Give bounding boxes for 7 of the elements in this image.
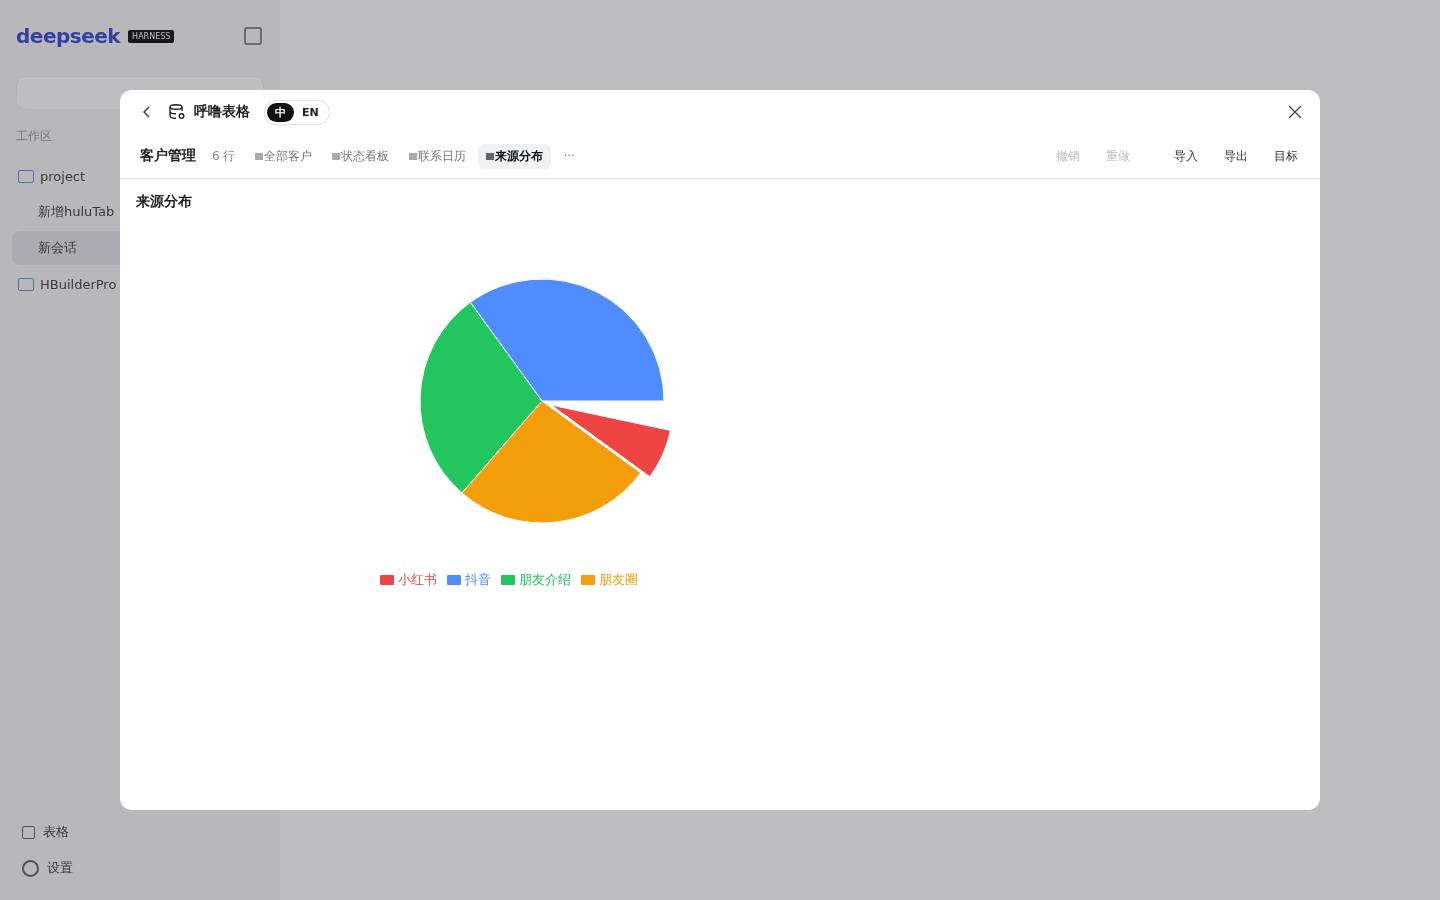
version-badge: HARNESS	[128, 29, 175, 43]
dialog-title: 呼噜表格	[194, 103, 250, 121]
section-label: 工作区	[16, 128, 52, 145]
row-count: 6 行	[212, 147, 236, 165]
view-title: 来源分布	[136, 193, 193, 211]
table-name: 客户管理	[140, 147, 196, 165]
logo-text: deepseek	[16, 24, 121, 48]
